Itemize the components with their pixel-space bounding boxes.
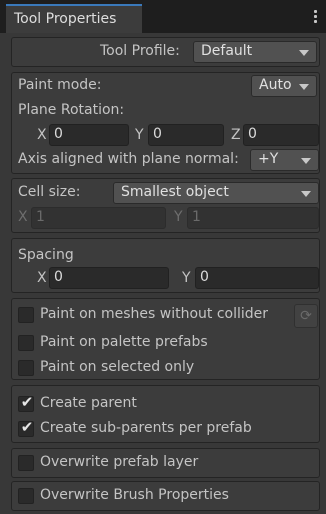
tab-title: Tool Properties — [14, 11, 117, 27]
rotation-y-input[interactable]: 0 — [148, 124, 224, 146]
axis-aligned-label: Axis aligned with plane normal: — [18, 151, 239, 167]
paint-mode-dropdown[interactable]: Auto — [251, 75, 317, 97]
cell-y-label: Y — [174, 209, 183, 225]
spacing-x-input[interactable]: 0 — [49, 267, 169, 289]
spacing-y-input[interactable]: 0 — [195, 267, 319, 289]
prefab-layer-section: Overwrite prefab layer — [11, 448, 320, 478]
cell-size-label: Cell size: — [18, 184, 81, 200]
rotation-x-input[interactable]: 0 — [49, 124, 129, 146]
cell-size-section: Cell size: Smallest object X 1 Y 1 — [11, 178, 320, 233]
paint-mode-label: Paint mode: — [18, 77, 102, 93]
cell-x-label: X — [18, 209, 28, 225]
spacing-x-label[interactable]: X — [37, 270, 47, 286]
parent-options-section: ✔ Create parent ✔ Create sub-parents per… — [11, 385, 320, 443]
rotation-y-label[interactable]: Y — [135, 127, 144, 143]
rotation-z-label[interactable]: Z — [231, 127, 241, 143]
paint-mode-value: Auto — [259, 77, 292, 93]
paint-meshes-checkbox[interactable] — [18, 307, 34, 323]
refresh-button: ⟳ — [294, 304, 318, 328]
overwrite-layer-checkbox[interactable] — [18, 455, 34, 471]
sub-parents-checkbox[interactable]: ✔ — [18, 418, 34, 437]
chevron-down-icon — [299, 84, 309, 90]
axis-aligned-dropdown[interactable]: +Y — [250, 149, 319, 171]
check-icon: ✔ — [20, 393, 34, 411]
paint-options-section: Paint on meshes without collider ⟳ Paint… — [11, 298, 320, 380]
spacing-y-label[interactable]: Y — [182, 270, 191, 286]
spacing-label: Spacing — [18, 247, 74, 263]
axis-aligned-value: +Y — [258, 151, 279, 167]
tool-profile-value: Default — [201, 43, 253, 59]
cell-size-value: Smallest object — [121, 184, 229, 200]
tool-profile-section: Tool Profile: Default — [11, 37, 320, 67]
rotation-z-input[interactable]: 0 — [243, 124, 319, 146]
check-icon: ✔ — [20, 418, 34, 436]
title-bar: Tool Properties — [0, 0, 326, 33]
palette-prefabs-label[interactable]: Paint on palette prefabs — [40, 334, 208, 350]
paint-meshes-label[interactable]: Paint on meshes without collider — [40, 306, 268, 322]
cell-x-input: 1 — [31, 207, 166, 229]
kebab-menu-icon[interactable] — [314, 10, 318, 24]
palette-prefabs-checkbox[interactable] — [18, 335, 34, 351]
refresh-icon: ⟳ — [300, 308, 312, 324]
chevron-down-icon — [301, 191, 311, 197]
selected-only-checkbox[interactable] — [18, 360, 34, 376]
cell-size-dropdown[interactable]: Smallest object — [113, 182, 319, 204]
paint-section: Paint mode: Auto Plane Rotation: X 0 Y 0… — [11, 72, 320, 174]
tool-profile-dropdown[interactable]: Default — [193, 41, 317, 63]
tool-profile-label: Tool Profile: — [100, 43, 180, 59]
selected-only-label[interactable]: Paint on selected only — [40, 359, 194, 375]
create-parent-checkbox[interactable]: ✔ — [18, 393, 34, 412]
sub-parents-label[interactable]: Create sub-parents per prefab — [40, 420, 252, 436]
overwrite-brush-checkbox[interactable] — [18, 488, 34, 504]
create-parent-label[interactable]: Create parent — [40, 395, 137, 411]
rotation-x-label[interactable]: X — [37, 127, 47, 143]
spacing-section: Spacing X 0 Y 0 — [11, 238, 320, 293]
brush-properties-section: Overwrite Brush Properties — [11, 481, 320, 511]
chevron-down-icon — [299, 50, 309, 56]
overwrite-brush-label[interactable]: Overwrite Brush Properties — [40, 487, 229, 503]
overwrite-layer-label[interactable]: Overwrite prefab layer — [40, 454, 198, 470]
tab-tool-properties[interactable]: Tool Properties — [6, 4, 142, 33]
cell-y-input: 1 — [187, 207, 319, 229]
chevron-down-icon — [301, 158, 311, 164]
tool-properties-panel: Tool Profile: Default Paint mode: Auto P… — [0, 33, 326, 514]
plane-rotation-label: Plane Rotation: — [18, 102, 125, 118]
